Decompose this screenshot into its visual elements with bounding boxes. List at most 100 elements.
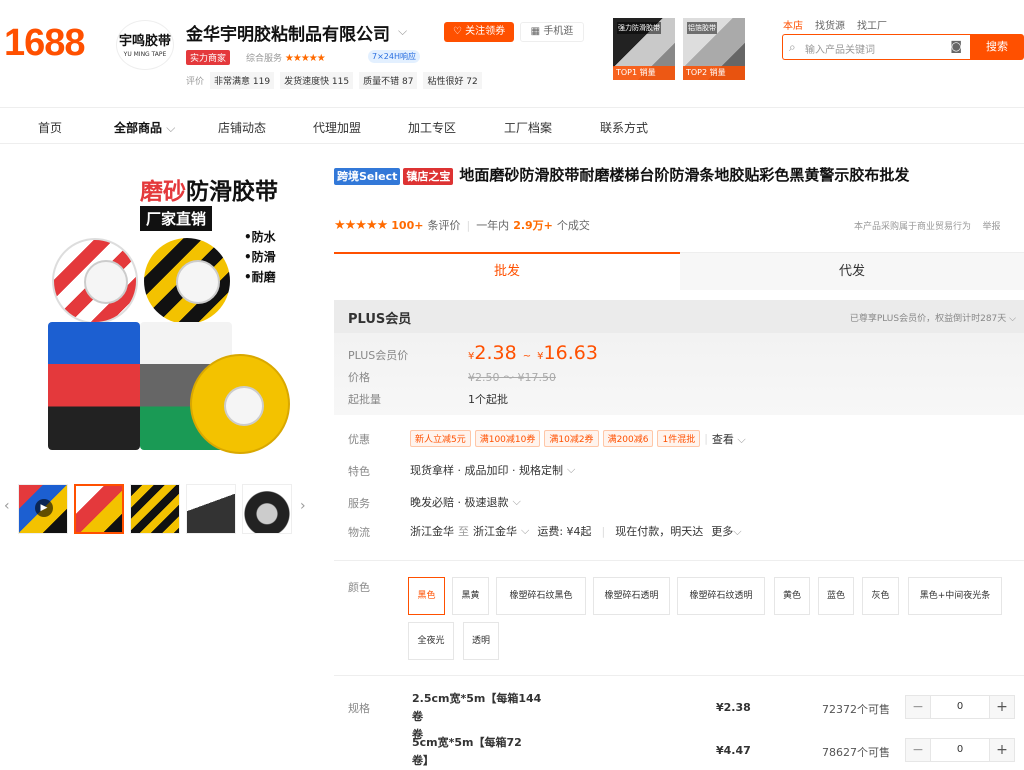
search-input[interactable]: ⌕ 输入产品关键词 ◙: [782, 34, 970, 60]
top1-product-thumb[interactable]: 强力防滑胶带 TOP1 销量: [613, 18, 675, 80]
chevron-left-icon[interactable]: ‹: [4, 498, 10, 514]
follow-label: 关注领券: [465, 26, 506, 37]
feature-value[interactable]: 现货拿样 · 成品加印 · 规格定制 ⌵: [410, 462, 575, 478]
spec-name-line1: 2.5cm宽*5m【每箱144卷: [412, 692, 542, 723]
color-option[interactable]: 黑色+中间夜光条: [908, 577, 1002, 615]
evaluation-label: 评价: [186, 77, 205, 87]
shop-name[interactable]: 金华宇明胶粘制品有限公司: [186, 20, 390, 45]
tab-wholesale[interactable]: 批发: [334, 252, 680, 290]
color-option[interactable]: 全夜光: [408, 622, 454, 660]
color-option[interactable]: 橡塑碎石纹黑色: [496, 577, 586, 615]
feature-value-text: 现货拿样 · 成品加印 · 规格定制: [410, 464, 563, 477]
tag-shop-treasure: 镇店之宝: [403, 168, 454, 185]
color-option-selected[interactable]: 黑色: [408, 577, 445, 615]
camera-icon[interactable]: ◙: [950, 39, 962, 53]
main-product-image[interactable]: 磨砂防滑胶带 厂家直销 •防水 •防滑 •耐磨: [30, 158, 315, 468]
image-headline-black: 防滑胶带: [186, 179, 278, 205]
top2-product-thumb[interactable]: 铝箔胶带 TOP2 销量: [683, 18, 745, 80]
section-divider: [334, 560, 1024, 561]
plus-button[interactable]: +: [990, 696, 1014, 718]
coupon-chip[interactable]: 1件混批: [657, 430, 701, 447]
ship-from: 浙江金华: [410, 525, 454, 538]
service-value[interactable]: 晚发必赔 · 极速退款 ⌵: [410, 494, 521, 510]
search-tab-store[interactable]: 本店: [783, 17, 803, 32]
price-low: 2.38: [474, 342, 517, 364]
spec-stock: 72372个可售: [822, 703, 890, 716]
minus-button[interactable]: −: [906, 739, 930, 761]
phone-browse-button[interactable]: ▦ 手机逛: [520, 22, 584, 42]
image-headline: 磨砂防滑胶带: [140, 172, 278, 206]
service-stars-icon: ★★★★★: [284, 53, 326, 64]
search-placeholder: 输入产品关键词: [805, 45, 875, 56]
tab-dropship[interactable]: 代发: [680, 252, 1024, 290]
plus-countdown[interactable]: 已尊享PLUS会员价，权益倒计时287天 ⌵: [850, 311, 1016, 324]
logistics-more[interactable]: 更多⌵: [711, 523, 741, 539]
thumbnail-selected[interactable]: [74, 484, 124, 534]
eval-chip: 粘性很好 72: [423, 72, 482, 89]
nav-shop-news[interactable]: 店铺动态: [218, 119, 266, 136]
report-link[interactable]: 举报: [982, 222, 1000, 232]
nav-processing[interactable]: 加工专区: [408, 119, 456, 136]
plus-countdown-text: 已尊享PLUS会员价，权益倒计时287天: [849, 314, 1007, 324]
quantity-input[interactable]: 0: [930, 696, 990, 718]
nav-home[interactable]: 首页: [38, 119, 62, 136]
tag-select: 跨境Select: [334, 168, 401, 185]
spec-name: 5cm宽*5m【每箱72 卷】: [412, 734, 552, 770]
thumbnail[interactable]: [130, 484, 180, 534]
chevron-down-icon: ⌵: [166, 121, 176, 135]
search-button[interactable]: 搜索: [970, 34, 1024, 60]
search-tab-source[interactable]: 找货源: [815, 17, 845, 32]
nav-all-products-label: 全部商品: [114, 121, 163, 135]
plus-price: ¥2.38 ~ ¥16.63: [468, 342, 598, 364]
coupon-chip[interactable]: 满10减2券: [544, 430, 599, 447]
shop-avatar-subtext: YU MING TAPE: [123, 51, 167, 58]
spec-stock: 78627个可售: [822, 746, 890, 759]
top2-rank: TOP2 销量: [683, 66, 745, 80]
review-label: 条评价: [427, 219, 461, 232]
nav-contact[interactable]: 联系方式: [600, 119, 648, 136]
coupon-more[interactable]: 查看 ⌵: [712, 431, 746, 447]
tape-roll-core: [176, 260, 220, 304]
nav-agency[interactable]: 代理加盟: [313, 119, 361, 136]
color-option[interactable]: 黄色: [774, 577, 810, 615]
freight: 运费: ¥4起: [537, 525, 592, 538]
coupon-chip[interactable]: 满200减6: [602, 430, 654, 447]
coupon-chip[interactable]: 新人立减5元: [410, 430, 471, 447]
thumbnail[interactable]: [242, 484, 292, 534]
chevron-down-icon[interactable]: ⌵: [398, 24, 407, 39]
ship-to[interactable]: 浙江金华: [473, 523, 517, 539]
chevron-down-icon: ⌵: [566, 463, 576, 476]
color-option[interactable]: 橡塑碎石纹透明: [677, 577, 765, 615]
response-24h-badge: 7×24H响应: [368, 50, 420, 63]
follow-coupon-button[interactable]: ♡ 关注领券: [444, 22, 514, 42]
color-option[interactable]: 黑黄: [452, 577, 489, 615]
chevron-right-icon[interactable]: ›: [300, 498, 306, 514]
color-option[interactable]: 橡塑碎石透明: [593, 577, 670, 615]
nav-factory[interactable]: 工厂档案: [504, 119, 552, 136]
image-headline-red: 磨砂: [140, 179, 186, 205]
trade-note: 本产品采购属于商业贸易行为 举报: [854, 219, 1000, 232]
shop-avatar[interactable]: 宇鸣胶带 YU MING TAPE: [116, 20, 174, 70]
combined-service-label: 综合服务: [246, 54, 283, 64]
color-option[interactable]: 蓝色: [818, 577, 854, 615]
site-logo[interactable]: 1688: [4, 22, 86, 65]
review-count[interactable]: 100+: [391, 219, 423, 232]
minus-button[interactable]: −: [906, 696, 930, 718]
quantity-input[interactable]: 0: [930, 739, 990, 761]
logistics-value: 浙江金华 至 浙江金华 ⌵ 运费: ¥4起 | 现在付款，明天达 更多⌵: [410, 523, 742, 539]
thumbnail[interactable]: ▶: [18, 484, 68, 534]
nav-all-products[interactable]: 全部商品 ⌵: [114, 119, 175, 136]
rating-row: ★★★★★ 100+ 条评价 | 一年内 2.9万+ 个成交: [334, 217, 590, 233]
color-option[interactable]: 透明: [463, 622, 499, 660]
moq-label: 起批量: [348, 393, 381, 406]
thumbnail[interactable]: [186, 484, 236, 534]
chevron-down-icon[interactable]: ⌵: [521, 524, 529, 538]
trade-note-text: 本产品采购属于商业贸易行为: [854, 222, 972, 232]
search-tab-factory[interactable]: 找工厂: [857, 17, 887, 32]
spec-label: 规格: [348, 702, 370, 715]
divider: |: [704, 432, 708, 445]
plus-button[interactable]: +: [990, 739, 1014, 761]
evaluation-row: 评价 非常满意 119 发货速度快 115 质量不错 87 粘性很好 72: [186, 72, 482, 89]
color-option[interactable]: 灰色: [862, 577, 899, 615]
coupon-chip[interactable]: 满100减10券: [474, 430, 541, 447]
